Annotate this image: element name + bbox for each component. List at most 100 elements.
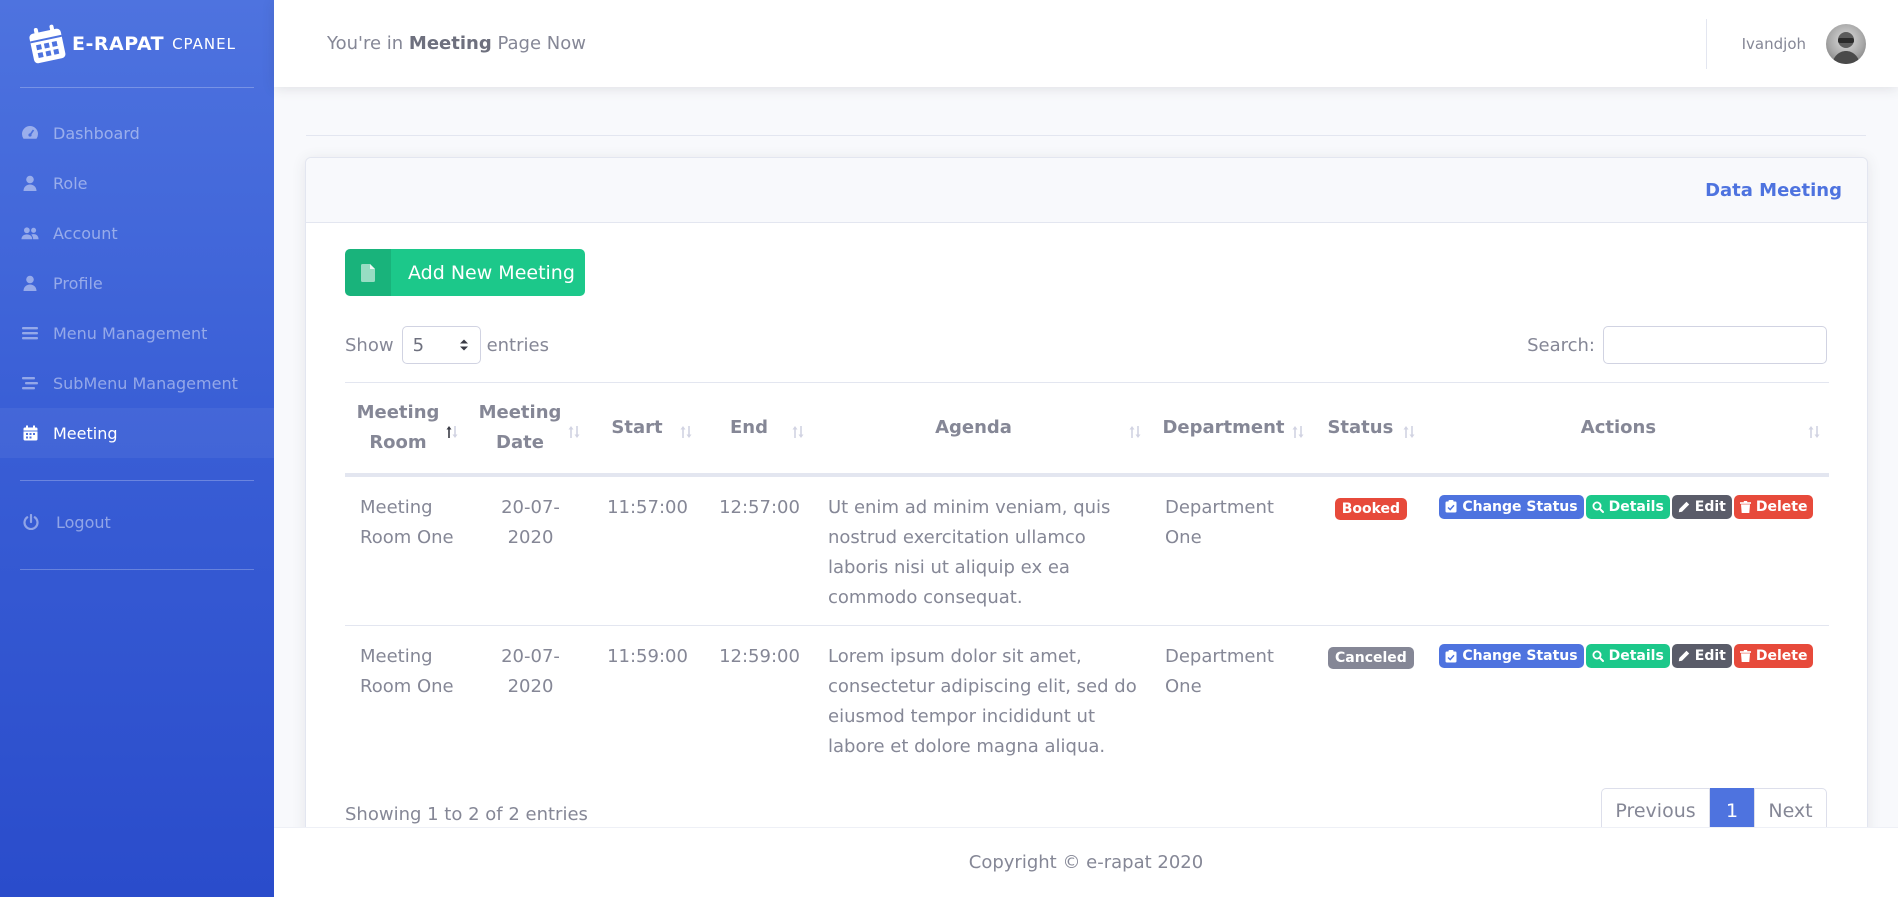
sidebar: E-RAPAT CPANEL Dashboard Role Account Pr… (0, 0, 274, 897)
calendar-logo-icon (29, 24, 66, 63)
table-row: Meeting Room One 20-07-2020 11:59:00 12:… (345, 626, 1829, 777)
search-icon (1592, 650, 1604, 662)
cell-department: Department One (1150, 474, 1313, 626)
sidebar-item-account[interactable]: Account (0, 208, 274, 258)
topbar-location-message: You're in Meeting Page Now (327, 33, 586, 54)
edit-label: Edit (1694, 648, 1726, 664)
sort-icon (1403, 426, 1415, 438)
table-row: Meeting Room One 20-07-2020 11:57:00 12:… (345, 474, 1829, 626)
data-meeting-card: Data Meeting Add New Meeting Show 5 entr… (305, 157, 1868, 857)
column-header-actions[interactable]: Actions (1423, 382, 1829, 477)
username[interactable]: Ivandjoh (1742, 35, 1806, 53)
edit-button[interactable]: Edit (1671, 644, 1732, 668)
change-status-label: Change Status (1462, 648, 1578, 664)
edit-button[interactable]: Edit (1671, 494, 1732, 519)
sidebar-item-label: Profile (53, 273, 103, 293)
sort-icon (1808, 426, 1820, 438)
sidebar-item-role[interactable]: Role (0, 158, 274, 208)
sidebar-item-label: Meeting (53, 423, 118, 443)
column-header-meeting-date[interactable]: Meeting Date (467, 382, 589, 477)
meetings-table: Meeting Room Meeting Date Start End Agen… (345, 382, 1829, 777)
sort-icon (1129, 426, 1141, 438)
users-icon (21, 224, 39, 242)
row-actions: Change Status Details Edit Delete (1429, 644, 1824, 668)
sidebar-item-menu-management[interactable]: Menu Management (0, 308, 274, 358)
cell-room: Meeting Room One (360, 646, 454, 697)
cell-status: Canceled (1313, 626, 1424, 777)
search-icon (1592, 501, 1604, 513)
sidebar-item-label: Menu Management (53, 323, 208, 343)
topbar-divider (1705, 18, 1707, 69)
column-label: End (730, 416, 768, 438)
entries-select-value: 5 (412, 334, 425, 356)
column-label: Meeting Room (356, 401, 440, 453)
delete-button[interactable]: Delete (1733, 644, 1814, 668)
sidebar-item-profile[interactable]: Profile (0, 258, 274, 308)
cell-end: 12:57:00 (701, 474, 813, 626)
edit-label: Edit (1694, 498, 1726, 515)
topbar-suffix: Page Now (497, 33, 586, 54)
avatar[interactable] (1826, 23, 1866, 64)
column-header-end[interactable]: End (701, 382, 813, 477)
column-label: Meeting Date (478, 401, 562, 453)
sidebar-item-dashboard[interactable]: Dashboard (0, 108, 274, 158)
topbar-page-name: Meeting (408, 33, 492, 54)
power-icon (22, 513, 40, 531)
brand[interactable]: E-RAPAT CPANEL (0, 0, 274, 87)
column-label: Department (1162, 416, 1285, 438)
footer: Copyright © e-rapat 2020 (274, 827, 1898, 897)
sidebar-item-meeting[interactable]: Meeting (0, 408, 274, 458)
sidebar-nav: Dashboard Role Account Profile Menu Mana… (0, 88, 274, 458)
user-menu[interactable]: Ivandjoh (1705, 0, 1866, 87)
sort-icon (568, 426, 580, 438)
table-header-row: Meeting Room Meeting Date Start End Agen… (345, 382, 1829, 477)
entries-length-control: Show 5 entries (345, 326, 549, 364)
add-new-meeting-label: Add New Meeting (408, 261, 575, 284)
sidebar-item-submenu-management[interactable]: SubMenu Management (0, 358, 274, 408)
copyright-text: Copyright © e-rapat 2020 (968, 852, 1204, 873)
change-status-label: Change Status (1462, 498, 1578, 515)
details-button[interactable]: Details (1585, 494, 1670, 519)
delete-button[interactable]: Delete (1733, 494, 1814, 519)
topbar-prefix: You're in (327, 33, 404, 54)
column-label: Agenda (935, 416, 1012, 438)
row-actions: Change Status Details Edit Delete (1429, 494, 1824, 519)
cell-start: 11:59:00 (607, 646, 688, 667)
entries-select[interactable]: 5 (401, 326, 481, 364)
column-header-start[interactable]: Start (589, 382, 701, 477)
stream-icon (21, 374, 39, 392)
topbar: You're in Meeting Page Now Ivandjoh (274, 0, 1898, 87)
column-header-department[interactable]: Department (1150, 382, 1313, 477)
search-input[interactable] (1603, 326, 1827, 364)
add-new-meeting-button[interactable]: Add New Meeting (345, 249, 585, 296)
change-status-button[interactable]: Change Status (1439, 644, 1584, 668)
cell-agenda: Ut enim ad minim veniam, quis nostrud ex… (813, 474, 1150, 626)
column-label: Start (611, 416, 663, 438)
cell-date: 20-07-2020 (467, 474, 589, 626)
status-badge: Canceled (1328, 647, 1414, 669)
entries-label: entries (486, 334, 549, 356)
column-header-meeting-room[interactable]: Meeting Room (345, 382, 467, 477)
change-status-button[interactable]: Change Status (1439, 494, 1584, 519)
brand-name: E-RAPAT (72, 32, 165, 55)
cell-room: Meeting Room One (345, 474, 467, 626)
show-label: Show (345, 334, 394, 356)
column-header-status[interactable]: Status (1313, 382, 1424, 477)
sort-icon (1292, 426, 1304, 438)
sidebar-item-label: Role (53, 173, 88, 193)
trash-icon (1739, 650, 1751, 662)
pen-icon (1678, 501, 1689, 512)
bars-icon (21, 324, 39, 342)
file-icon (345, 249, 391, 296)
sort-icon (680, 426, 692, 438)
sidebar-item-logout[interactable]: Logout (0, 497, 274, 547)
calendar-icon (21, 424, 39, 442)
dashboard-icon (21, 124, 39, 142)
delete-label: Delete (1755, 648, 1808, 664)
details-button[interactable]: Details (1585, 644, 1670, 668)
clipboard-check-icon (1445, 500, 1457, 513)
pen-icon (1678, 650, 1689, 662)
brand-suffix: CPANEL (172, 34, 236, 53)
delete-label: Delete (1755, 498, 1808, 515)
column-header-agenda[interactable]: Agenda (813, 382, 1150, 477)
